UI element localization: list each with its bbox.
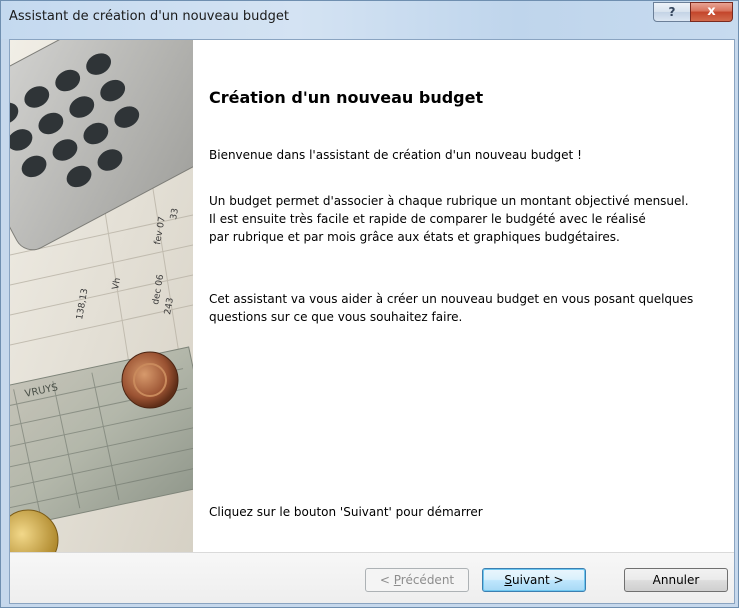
assist-line-2: questions sur ce que vous souhaitez fair… [209,310,463,324]
wizard-content: Création d'un nouveau budget Bienvenue d… [209,40,729,552]
wizard-client-area: fev 07 33 dec 06 243 387 138,13 Vh [9,39,735,604]
image-text-2: 33 [169,208,181,221]
description-line-2: Il est ensuite très facile et rapide de … [209,212,646,226]
next-button-mnemonic: S [504,573,513,587]
wizard-window: Assistant de création d'un nouveau budge… [0,0,739,608]
budget-illustration-svg: fev 07 33 dec 06 243 387 138,13 Vh [10,40,193,552]
previous-button-label: récédent [400,573,455,587]
help-button[interactable]: ? [653,2,691,22]
budget-illustration: fev 07 33 dec 06 243 387 138,13 Vh [10,40,193,552]
title-bar[interactable]: Assistant de création d'un nouveau budge… [1,1,738,39]
close-icon: x [707,4,716,19]
page-heading: Création d'un nouveau budget [209,88,484,107]
next-button[interactable]: Suivant > [482,568,586,592]
next-button-label: uivant > [512,573,564,587]
start-hint: Cliquez sur le bouton 'Suivant' pour dém… [209,505,483,519]
description-line-3: par rubrique et par mois grâce aux états… [209,230,620,244]
help-icon: ? [668,5,676,19]
close-button[interactable]: x [690,2,733,22]
previous-button-mnemonic: P [393,573,401,587]
cancel-button[interactable]: Annuler [624,568,728,592]
window-title: Assistant de création d'un nouveau budge… [9,9,289,24]
previous-button-prefix: < [379,573,394,587]
welcome-text: Bienvenue dans l'assistant de création d… [209,148,582,162]
image-text-7: Vh [111,277,123,290]
button-bar: < Précédent Suivant > Annuler [10,552,734,603]
previous-button[interactable]: < Précédent [365,568,469,592]
description-line-1: Un budget permet d'associer à chaque rub… [209,194,689,208]
assist-line-1: Cet assistant va vous aider à créer un n… [209,292,694,306]
